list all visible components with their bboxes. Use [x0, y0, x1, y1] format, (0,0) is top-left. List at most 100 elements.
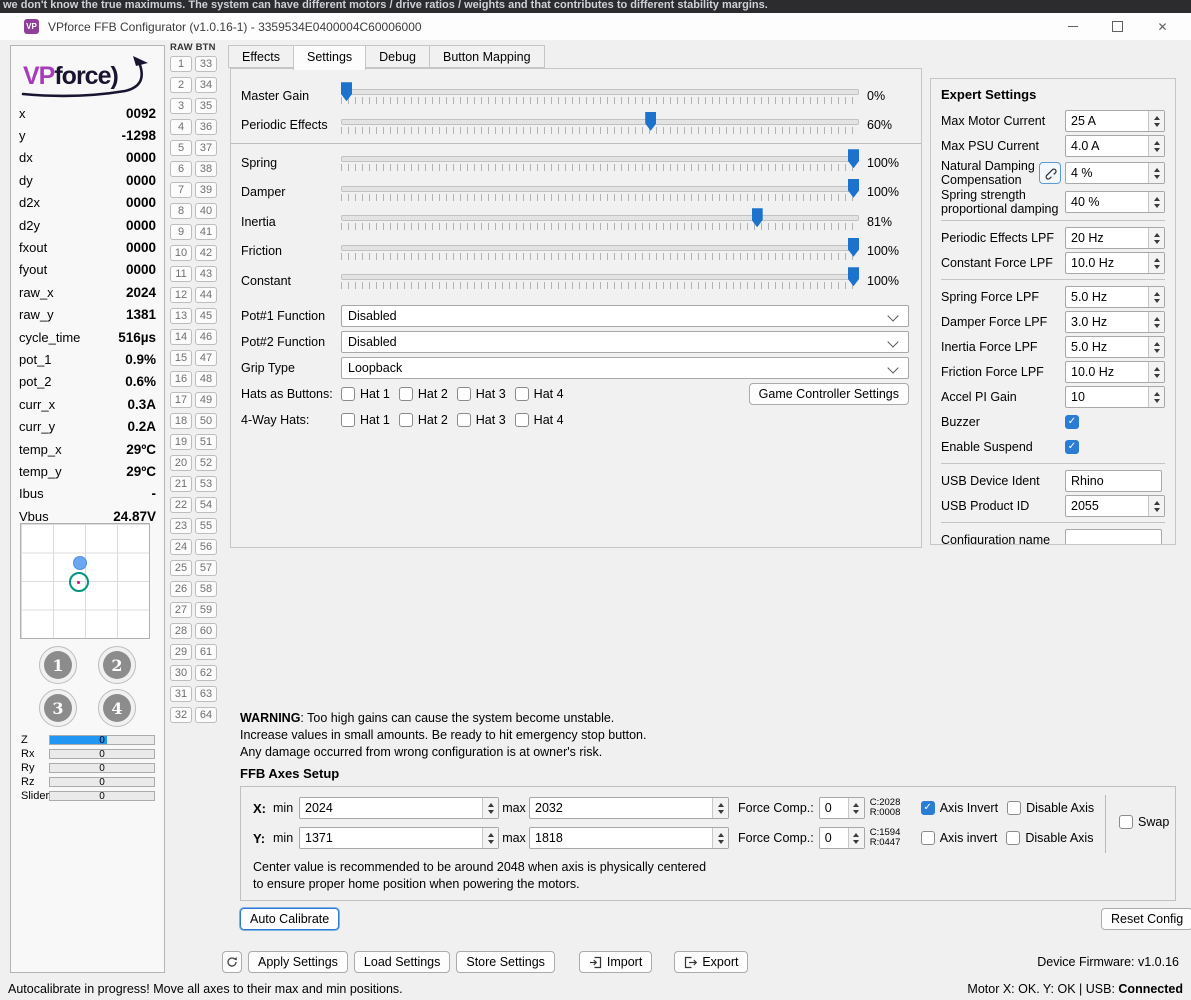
raw-button-9[interactable]: 9 [170, 224, 192, 240]
raw-button-57[interactable]: 57 [195, 560, 217, 576]
round-button-3[interactable]: 3 [39, 689, 77, 727]
tab-button-mapping[interactable]: Button Mapping [429, 45, 545, 68]
spin-up-icon[interactable] [1153, 316, 1160, 321]
raw-button-46[interactable]: 46 [195, 329, 217, 345]
spinner-buttons[interactable] [712, 828, 728, 848]
spinner-buttons[interactable] [847, 828, 864, 848]
auto-calibrate-button[interactable]: Auto Calibrate [240, 908, 340, 930]
spin-up-icon[interactable] [1153, 232, 1160, 237]
periodic-effects-lpf-spinbox[interactable]: 20 Hz [1065, 227, 1165, 249]
spin-up-icon[interactable] [1153, 196, 1160, 201]
round-button-1[interactable]: 1 [39, 646, 77, 684]
store-settings-button[interactable]: Store Settings [456, 951, 555, 973]
raw-button-31[interactable]: 31 [170, 686, 192, 702]
maximize-button[interactable] [1095, 15, 1140, 39]
raw-button-49[interactable]: 49 [195, 392, 217, 408]
spin-up-icon[interactable] [717, 832, 724, 837]
raw-button-6[interactable]: 6 [170, 161, 192, 177]
raw-button-2[interactable]: 2 [170, 77, 192, 93]
raw-button-47[interactable]: 47 [195, 350, 217, 366]
load-settings-button[interactable]: Load Settings [353, 951, 451, 973]
spinner-buttons[interactable] [1148, 312, 1164, 332]
spin-up-icon[interactable] [1153, 291, 1160, 296]
spin-down-icon[interactable] [1153, 147, 1160, 152]
raw-button-25[interactable]: 25 [170, 560, 192, 576]
slider-spring[interactable] [341, 148, 859, 177]
configuration-name-input[interactable] [1065, 529, 1162, 544]
spin-up-icon[interactable] [1153, 115, 1160, 120]
raw-button-28[interactable]: 28 [170, 623, 192, 639]
spinner-buttons[interactable] [1148, 362, 1164, 382]
raw-button-42[interactable]: 42 [195, 245, 217, 261]
friction-force-lpf-spinbox[interactable]: 10.0 Hz [1065, 361, 1165, 383]
raw-button-4[interactable]: 4 [170, 119, 192, 135]
spin-up-icon[interactable] [853, 802, 860, 807]
spin-up-icon[interactable] [853, 832, 860, 837]
spin-up-icon[interactable] [1153, 366, 1160, 371]
axis-invert-option[interactable]: ✓ Axis Invert [920, 801, 998, 815]
spin-down-icon[interactable] [1153, 174, 1160, 179]
spin-down-icon[interactable] [487, 809, 494, 814]
hat-option-4-way-hats-hat-4[interactable]: Hat 4 [514, 413, 564, 427]
spin-down-icon[interactable] [717, 809, 724, 814]
enable-suspend-checkbox[interactable]: ✓ [1065, 440, 1079, 454]
pot-2-function-select[interactable]: Disabled [341, 331, 909, 353]
spinner-buttons[interactable] [1148, 163, 1164, 183]
hat-option-4-way-hats-hat-2[interactable]: Hat 2 [398, 413, 448, 427]
spinner-buttons[interactable] [1148, 111, 1164, 131]
round-button-2[interactable]: 2 [98, 646, 136, 684]
raw-button-23[interactable]: 23 [170, 518, 192, 534]
raw-button-34[interactable]: 34 [195, 77, 217, 93]
raw-button-1[interactable]: 1 [170, 56, 192, 72]
spin-up-icon[interactable] [1153, 167, 1160, 172]
hat-3-checkbox[interactable] [456, 387, 471, 401]
raw-button-56[interactable]: 56 [195, 539, 217, 555]
refresh-button[interactable] [222, 951, 242, 973]
hat-option-hats-as-buttons-hat-4[interactable]: Hat 4 [514, 387, 564, 401]
raw-button-61[interactable]: 61 [195, 644, 217, 660]
tab-debug[interactable]: Debug [365, 45, 430, 68]
raw-button-51[interactable]: 51 [195, 434, 217, 450]
raw-button-44[interactable]: 44 [195, 287, 217, 303]
disable-axis-option[interactable]: Disable Axis [1006, 831, 1093, 845]
swap-option[interactable]: Swap [1119, 815, 1169, 829]
raw-button-17[interactable]: 17 [170, 392, 192, 408]
x-disable-axis-checkbox[interactable] [1007, 801, 1022, 815]
raw-button-10[interactable]: 10 [170, 245, 192, 261]
raw-button-3[interactable]: 3 [170, 98, 192, 114]
raw-button-48[interactable]: 48 [195, 371, 217, 387]
max-motor-current-spinbox[interactable]: 25 A [1065, 110, 1165, 132]
raw-button-16[interactable]: 16 [170, 371, 192, 387]
raw-button-53[interactable]: 53 [195, 476, 217, 492]
raw-button-30[interactable]: 30 [170, 665, 192, 681]
reset-config-button[interactable]: Reset Config [1101, 908, 1191, 930]
spin-down-icon[interactable] [853, 839, 860, 844]
spinner-buttons[interactable] [712, 798, 728, 818]
raw-button-52[interactable]: 52 [195, 455, 217, 471]
slider-friction[interactable] [341, 237, 859, 266]
raw-button-54[interactable]: 54 [195, 497, 217, 513]
raw-button-19[interactable]: 19 [170, 434, 192, 450]
spinner-buttons[interactable] [1148, 228, 1164, 248]
x-force-comp-spinbox[interactable]: 0 [818, 797, 865, 819]
spin-down-icon[interactable] [1153, 323, 1160, 328]
apply-settings-button[interactable]: Apply Settings [248, 951, 348, 973]
raw-button-63[interactable]: 63 [195, 686, 217, 702]
hat-option-hats-as-buttons-hat-1[interactable]: Hat 1 [341, 387, 390, 401]
inertia-force-lpf-spinbox[interactable]: 5.0 Hz [1065, 336, 1165, 358]
hat-2-checkbox[interactable] [398, 413, 413, 427]
raw-button-7[interactable]: 7 [170, 182, 192, 198]
raw-button-13[interactable]: 13 [170, 308, 192, 324]
constant-force-lpf-spinbox[interactable]: 10.0 Hz [1065, 252, 1165, 274]
raw-button-32[interactable]: 32 [170, 707, 192, 723]
round-button-4[interactable]: 4 [98, 689, 136, 727]
hat-option-4-way-hats-hat-1[interactable]: Hat 1 [341, 413, 390, 427]
spinner-buttons[interactable] [847, 798, 864, 818]
raw-button-41[interactable]: 41 [195, 224, 217, 240]
spin-down-icon[interactable] [1153, 373, 1160, 378]
spinner-buttons[interactable] [1148, 387, 1164, 407]
slider-master-gain[interactable] [341, 81, 859, 110]
raw-button-55[interactable]: 55 [195, 518, 217, 534]
x-max-spinbox[interactable]: 2032 [529, 797, 729, 819]
y-min-spinbox[interactable]: 1371 [299, 827, 499, 849]
